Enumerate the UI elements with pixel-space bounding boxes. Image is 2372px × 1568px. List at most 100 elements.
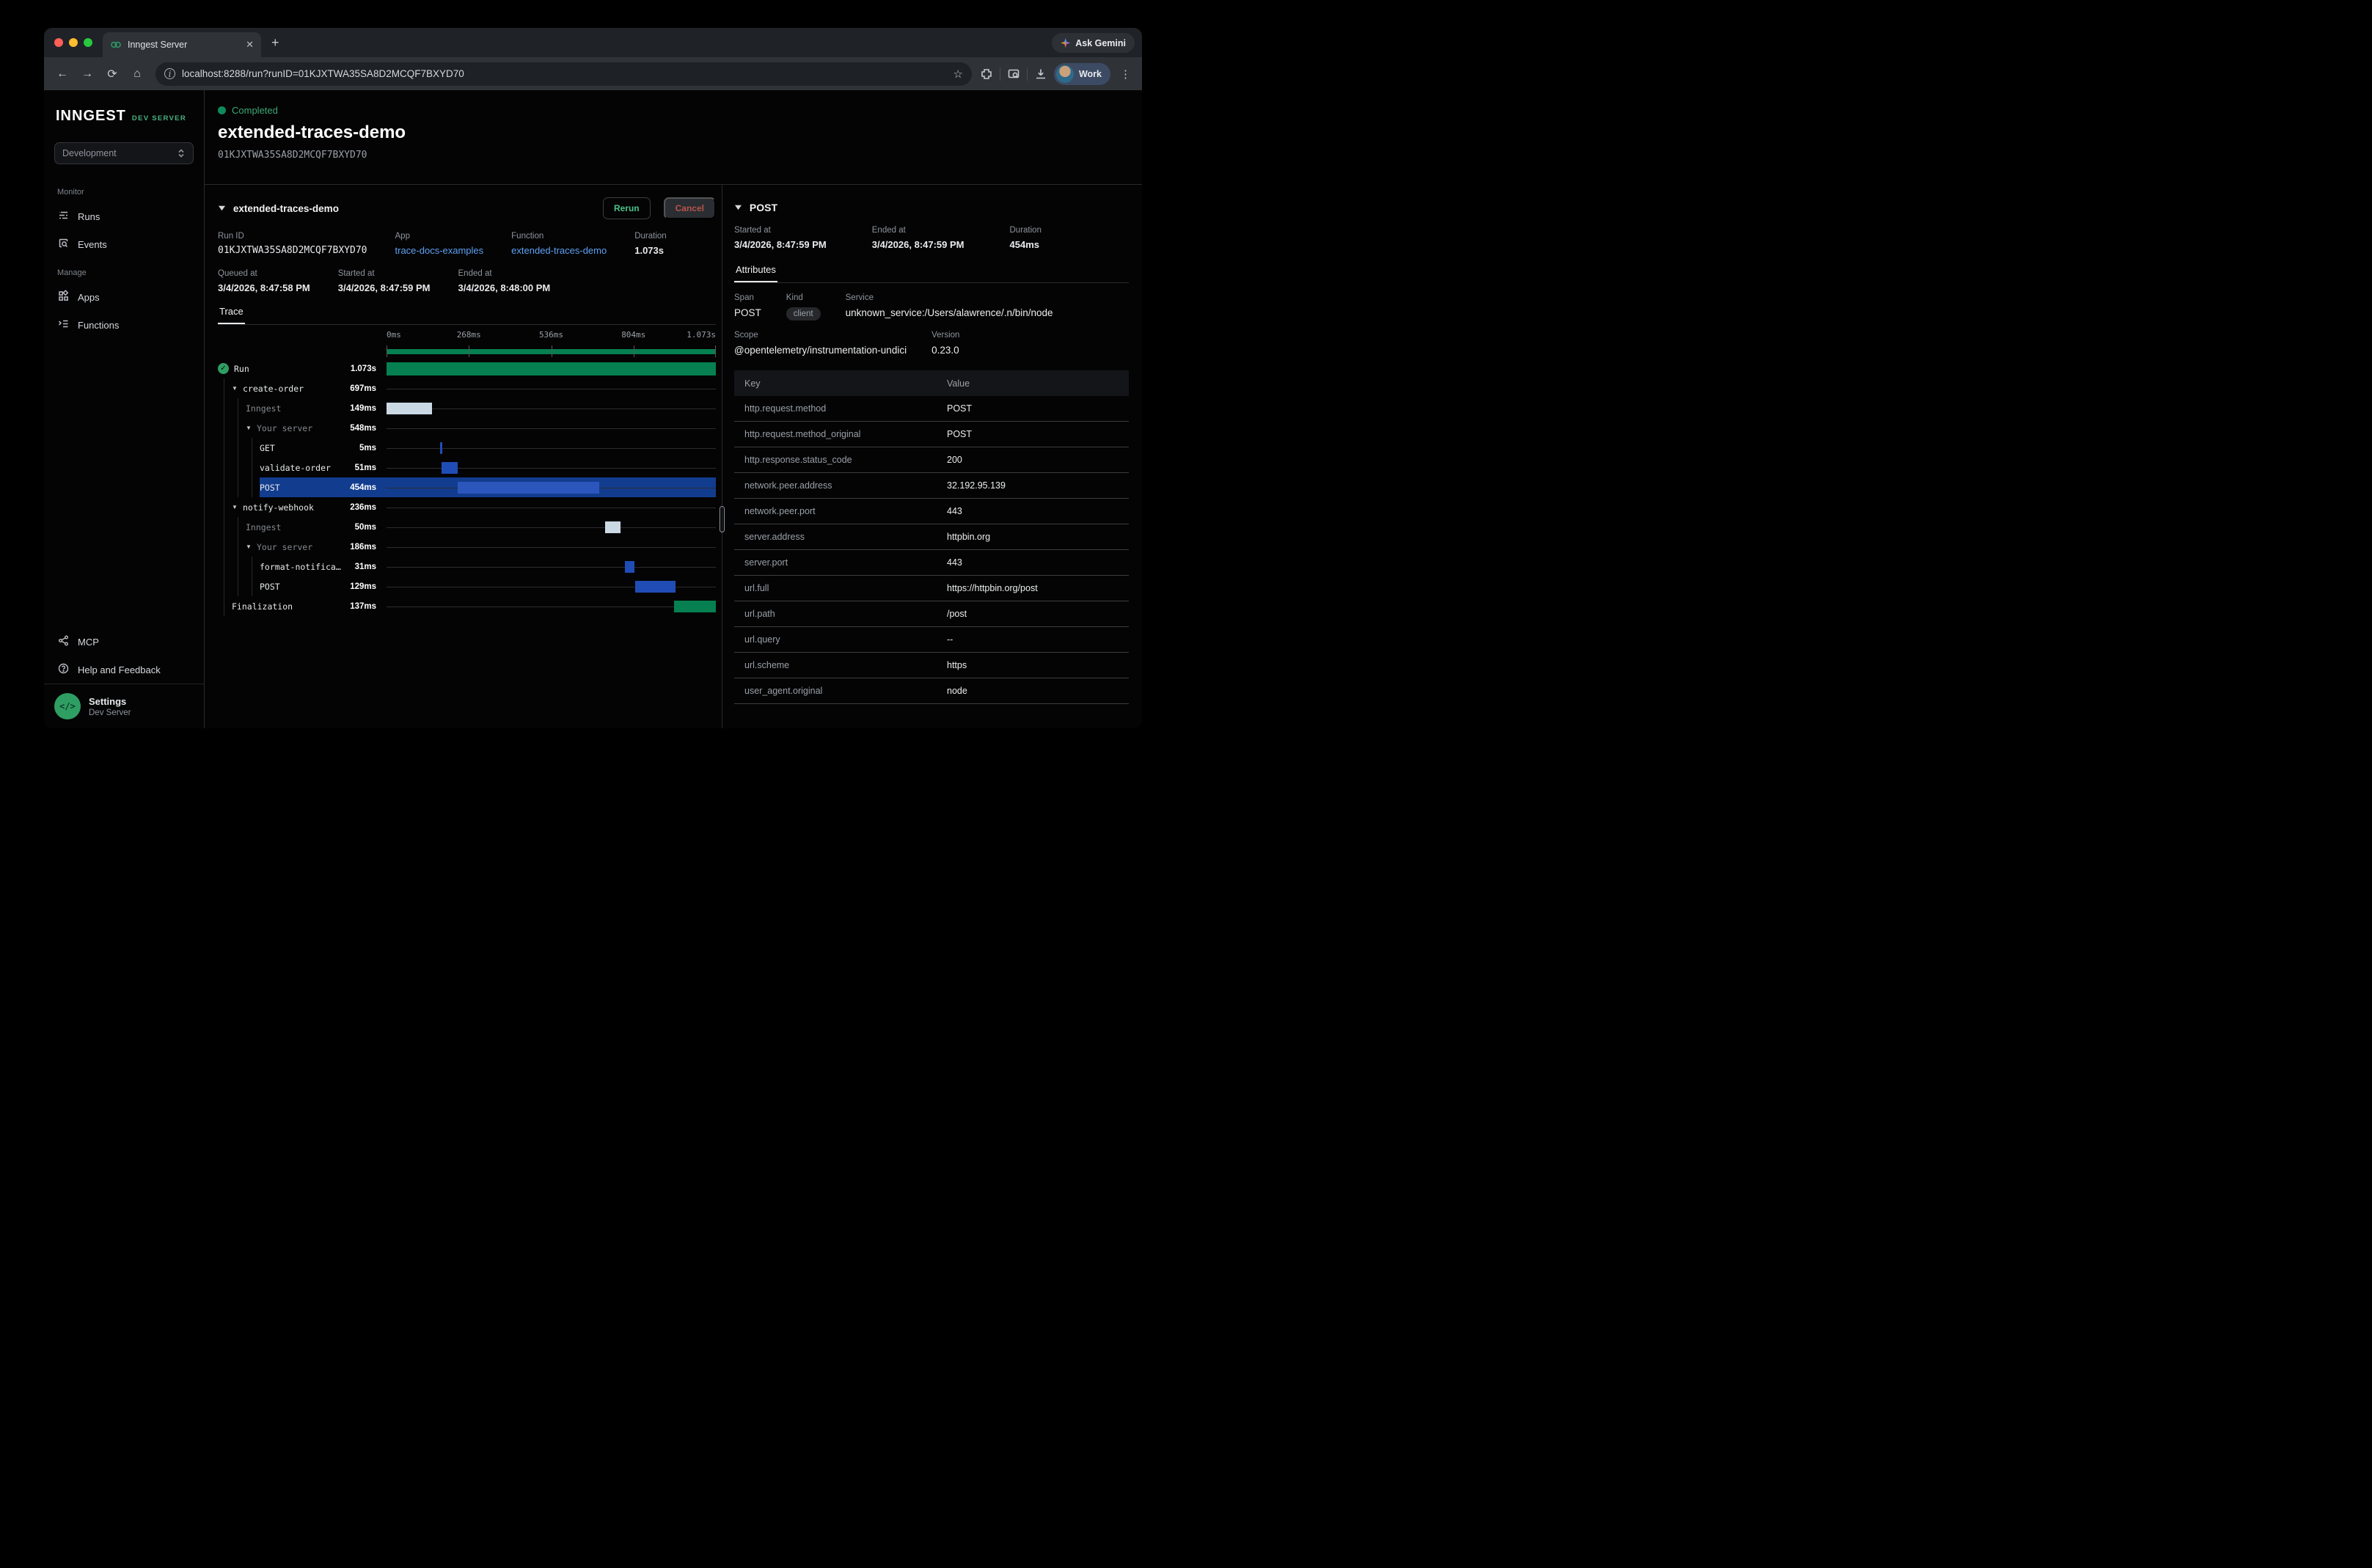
- url-text[interactable]: localhost:8288/run?runID=01KJXTWA35SA8D2…: [182, 68, 947, 79]
- timeline-track: [387, 468, 716, 469]
- trace-row-label-zone: Inngest50ms: [218, 517, 387, 537]
- span-bar[interactable]: [387, 362, 716, 375]
- sidebar-item-mcp[interactable]: MCP: [44, 628, 204, 656]
- meta-value: 1.073s: [634, 245, 666, 256]
- meta-value: 454ms: [1010, 239, 1042, 250]
- table-row: url.query--: [734, 627, 1129, 653]
- span-duration: 548ms: [350, 424, 387, 433]
- trace-run-title: extended-traces-demo: [233, 203, 596, 214]
- browser-tab[interactable]: Inngest Server ✕: [103, 32, 261, 57]
- profile-chip[interactable]: Work: [1054, 63, 1110, 85]
- trace-row[interactable]: validate-order51ms: [218, 458, 716, 477]
- trace-row-label-zone: format-notifica…31ms: [218, 557, 387, 576]
- tab-close-icon[interactable]: ✕: [246, 39, 254, 51]
- environment-select[interactable]: Development: [54, 142, 194, 164]
- indent-guide: [232, 418, 246, 438]
- span-bar[interactable]: [442, 462, 458, 474]
- trace-row[interactable]: Finalization137ms: [218, 596, 716, 616]
- trace-row[interactable]: POST454ms: [218, 477, 716, 497]
- span-timeline: [387, 497, 716, 517]
- address-bar[interactable]: i localhost:8288/run?runID=01KJXTWA35SA8…: [155, 62, 972, 86]
- collapse-chevron-icon[interactable]: ▼: [216, 204, 227, 213]
- span-bar[interactable]: [440, 442, 442, 454]
- trace-row[interactable]: Inngest149ms: [218, 398, 716, 418]
- close-window-button[interactable]: [54, 38, 63, 47]
- span-bar[interactable]: [605, 521, 621, 533]
- window-controls[interactable]: [54, 38, 92, 47]
- span-name: GET: [260, 443, 359, 453]
- trace-row[interactable]: format-notifica…31ms: [218, 557, 716, 576]
- trace-row[interactable]: ▼Your server186ms: [218, 537, 716, 557]
- row-chevron-icon[interactable]: ▼: [246, 425, 257, 431]
- span-bar[interactable]: [674, 601, 716, 612]
- row-chevron-icon[interactable]: ▼: [246, 543, 257, 550]
- span-bar[interactable]: [625, 561, 634, 573]
- cancel-button[interactable]: Cancel: [664, 197, 716, 219]
- indent-guide: [218, 477, 232, 497]
- trace-row[interactable]: ▼Your server548ms: [218, 418, 716, 438]
- attribute-value: 32.192.95.139: [947, 480, 1006, 491]
- span-timeline: [387, 576, 716, 596]
- sidebar-item-functions[interactable]: Functions: [44, 311, 204, 339]
- browser-window: Inngest Server ✕ + Ask Gemini ← → ⟳ ⌂ i …: [44, 28, 1142, 728]
- table-row: network.peer.address32.192.95.139: [734, 473, 1129, 499]
- trace-row[interactable]: ▼create-order697ms: [218, 378, 716, 398]
- rerun-button[interactable]: Rerun: [603, 197, 651, 219]
- span-timeline: [387, 359, 716, 378]
- minimize-window-button[interactable]: [69, 38, 78, 47]
- span-bar[interactable]: [458, 482, 599, 494]
- span-bar[interactable]: [387, 403, 432, 414]
- meta-value[interactable]: trace-docs-examples: [395, 245, 484, 256]
- trace-row-label-zone: ✓Run1.073s: [218, 359, 387, 378]
- new-tab-button[interactable]: +: [271, 35, 279, 51]
- sidebar-item-label: Functions: [78, 320, 119, 331]
- span-meta-ended-at: Ended at3/4/2026, 8:47:59 PM: [872, 226, 964, 250]
- trace-row-label-zone: POST454ms: [218, 477, 387, 497]
- status-dot: [218, 106, 226, 114]
- indent-guide: [232, 537, 246, 557]
- trace-row[interactable]: Inngest50ms: [218, 517, 716, 537]
- ask-gemini-button[interactable]: Ask Gemini: [1052, 33, 1135, 53]
- back-button[interactable]: ←: [51, 63, 73, 85]
- dev-server-badge: DEV SERVER: [132, 114, 186, 122]
- trace-row[interactable]: GET5ms: [218, 438, 716, 458]
- trace-row[interactable]: ✓Run1.073s: [218, 359, 716, 378]
- browser-menu-icon[interactable]: ⋮: [1116, 67, 1135, 81]
- reading-mode-icon[interactable]: [1006, 67, 1021, 81]
- indent-guide: [246, 438, 260, 458]
- reload-button[interactable]: ⟳: [101, 63, 123, 85]
- sidebar-item-events[interactable]: Events: [44, 230, 204, 258]
- bookmark-star-icon[interactable]: ☆: [953, 67, 963, 81]
- span-name: create-order: [243, 384, 350, 394]
- downloads-icon[interactable]: [1033, 67, 1048, 81]
- attribute-key: http.response.status_code: [734, 455, 947, 465]
- attr-label: Version: [931, 331, 959, 340]
- sidebar-item-apps[interactable]: Apps: [44, 283, 204, 311]
- trace-row[interactable]: POST129ms: [218, 576, 716, 596]
- indent-guide: [246, 458, 260, 477]
- attribute-scope: Scope@opentelemetry/instrumentation-undi…: [734, 331, 907, 356]
- maximize-window-button[interactable]: [84, 38, 92, 47]
- trace-scrollbar[interactable]: [720, 506, 725, 532]
- attribute-value: node: [947, 686, 967, 696]
- span-collapse-chevron-icon[interactable]: ▼: [733, 203, 744, 212]
- span-bar[interactable]: [635, 581, 676, 593]
- site-info-icon[interactable]: i: [164, 68, 175, 79]
- axis-tick-label: 804ms: [621, 330, 645, 340]
- span-duration: 51ms: [355, 464, 387, 472]
- row-chevron-icon[interactable]: ▼: [232, 504, 243, 510]
- sidebar-item-runs[interactable]: Runs: [44, 202, 204, 230]
- trace-row[interactable]: ▼notify-webhook236ms: [218, 497, 716, 517]
- meta-value[interactable]: extended-traces-demo: [511, 245, 607, 256]
- tab-trace[interactable]: Trace: [218, 306, 245, 324]
- table-row: server.port443: [734, 550, 1129, 576]
- attribute-value: POST: [947, 429, 972, 439]
- row-chevron-icon[interactable]: ▼: [232, 385, 243, 392]
- sidebar-item-settings[interactable]: </> Settings Dev Server: [44, 684, 204, 728]
- forward-button[interactable]: →: [76, 63, 98, 85]
- sidebar-item-help-and-feedback[interactable]: Help and Feedback: [44, 656, 204, 684]
- home-button[interactable]: ⌂: [126, 63, 148, 85]
- tab-attributes[interactable]: Attributes: [734, 264, 777, 282]
- extensions-icon[interactable]: [979, 67, 994, 81]
- span-name: validate-order: [260, 463, 355, 473]
